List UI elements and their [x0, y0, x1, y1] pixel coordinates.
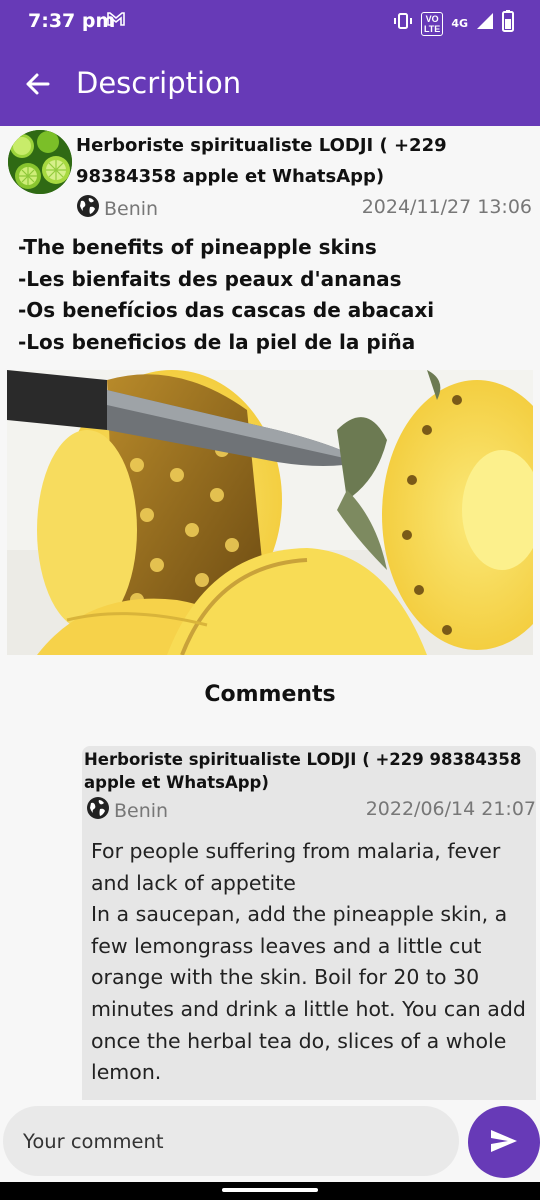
- page-title: Description: [76, 66, 242, 100]
- signal-icon: [476, 12, 494, 35]
- post-line: -The benefits of pineapple skins: [18, 235, 377, 259]
- post-date: 2024/11/27 13:06: [361, 196, 532, 218]
- gmail-icon: [106, 10, 126, 33]
- comment-location-text: Benin: [114, 799, 169, 822]
- battery-icon: [502, 10, 514, 37]
- send-button[interactable]: [468, 1106, 540, 1178]
- post-location-text: Benin: [104, 197, 159, 220]
- app-bar: Description: [0, 44, 540, 126]
- post-author[interactable]: Herboriste spiritualiste LODJI ( +229 98…: [76, 130, 534, 192]
- comment-composer: [0, 1100, 540, 1182]
- vibrate-icon: [393, 11, 413, 36]
- post-text: -The benefits of pineapple skins -Les bi…: [18, 232, 532, 358]
- home-gesture-pill[interactable]: [222, 1188, 318, 1192]
- comment-author[interactable]: Herboriste spiritualiste LODJI ( +229 98…: [84, 748, 534, 794]
- post-line: -Les bienfaits des peaux d'ananas: [18, 266, 402, 291]
- send-icon: [488, 1125, 520, 1160]
- volte-badge: VO LTE: [420, 11, 444, 36]
- arrow-back-icon[interactable]: [22, 68, 54, 100]
- comment-location: Benin: [86, 796, 168, 825]
- comment-body: For people suffering from malaria, fever…: [91, 839, 526, 1085]
- post-line: -Os benefícios das cascas de abacaxi: [18, 298, 435, 322]
- comments-title: Comments: [204, 682, 336, 707]
- comment-input[interactable]: [3, 1106, 459, 1176]
- comment-card: Herboriste spiritualiste LODJI ( +229 98…: [82, 746, 536, 1100]
- status-bar: 7:37 pm VO LTE 4G: [0, 0, 540, 44]
- post-content[interactable]: Herboriste spiritualiste LODJI ( +229 98…: [0, 126, 540, 1100]
- globe-icon: [86, 796, 110, 825]
- globe-icon: [76, 194, 100, 223]
- network-type: 4G: [451, 17, 468, 30]
- nav-bar: [0, 1182, 540, 1200]
- comment-date: 2022/06/14 21:07: [365, 798, 536, 820]
- post-location: Benin: [76, 194, 158, 223]
- status-time: 7:37 pm: [28, 10, 116, 32]
- author-avatar[interactable]: [8, 130, 72, 194]
- post-line: -Los beneficios de la piel de la piña: [18, 329, 416, 354]
- post-image[interactable]: [7, 370, 533, 655]
